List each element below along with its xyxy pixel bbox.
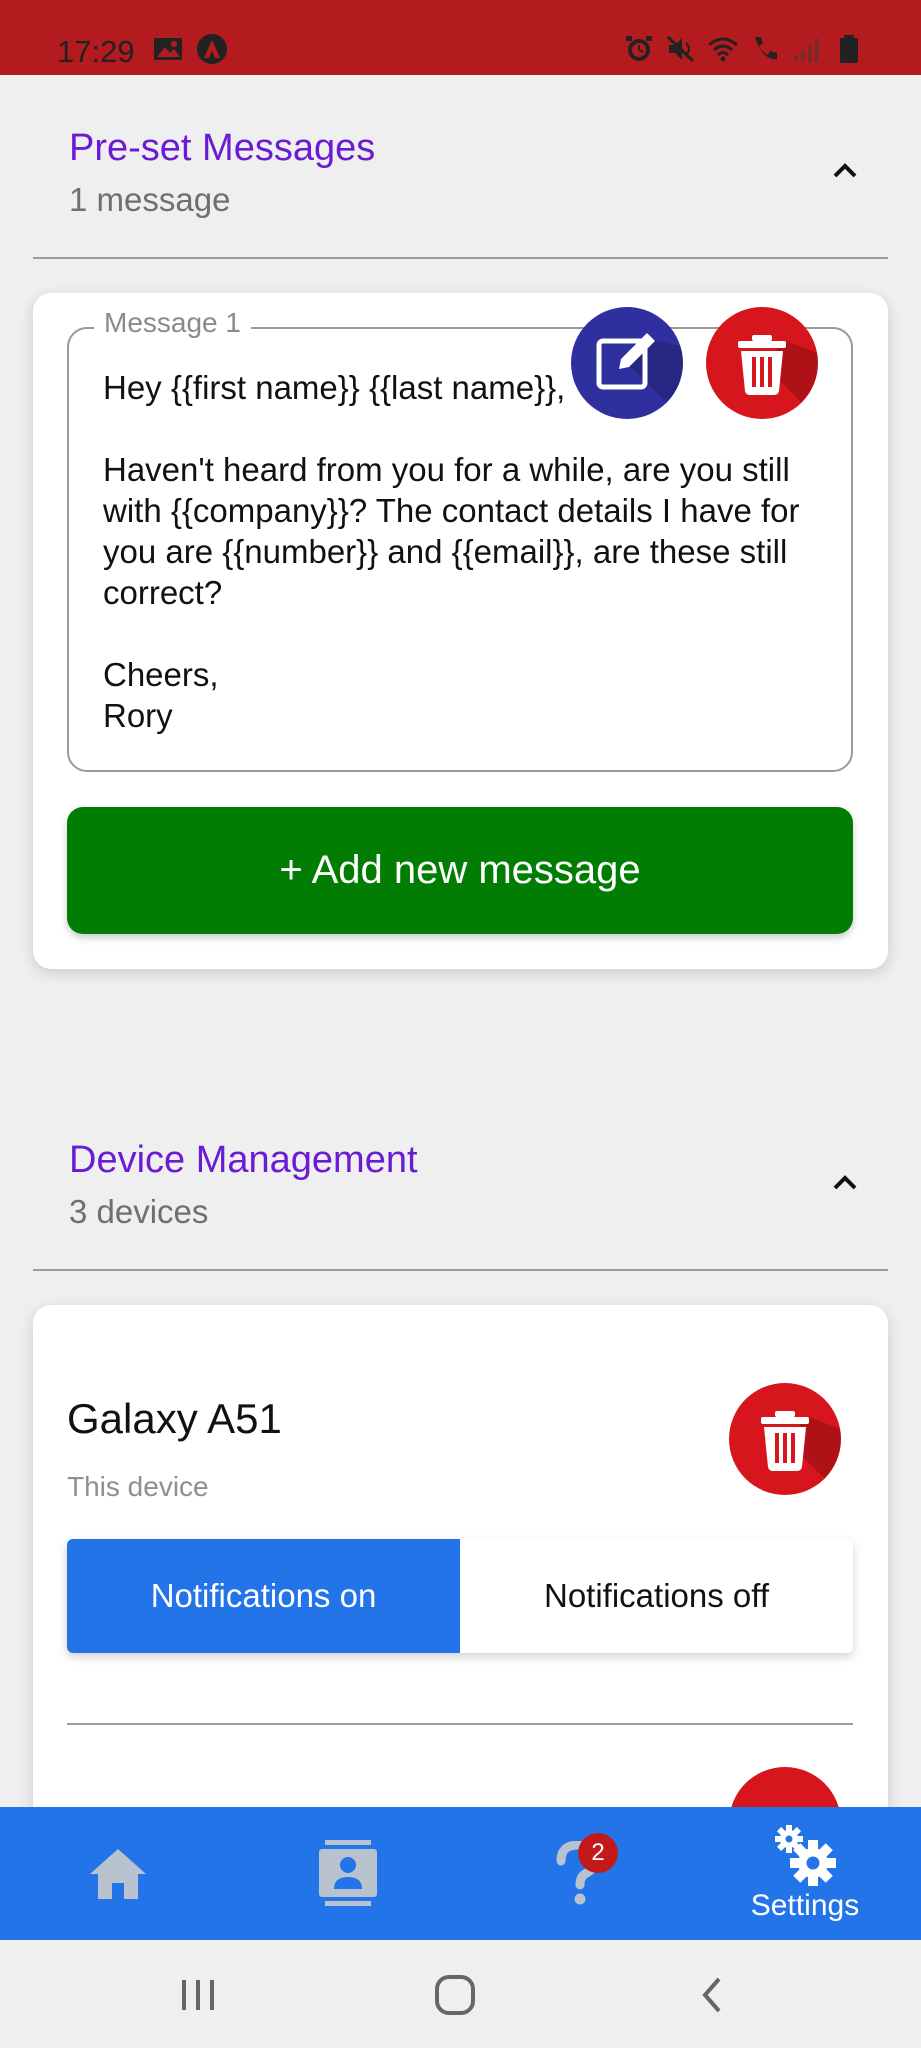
trash-icon xyxy=(761,1411,841,1495)
wifi-icon xyxy=(708,37,738,62)
device-management-title: Device Management xyxy=(69,1139,418,1181)
home-circle-icon xyxy=(435,1975,475,2015)
device-subtitle: This device xyxy=(67,1471,209,1502)
device-card: Galaxy A51 This device Notifications on … xyxy=(33,1305,888,1879)
recent-apps-icon xyxy=(182,1980,214,2010)
back-button[interactable] xyxy=(683,1967,743,2023)
trash-icon xyxy=(738,335,818,419)
status-time: 17:29 xyxy=(57,34,135,69)
gear-icon xyxy=(775,1824,836,1886)
message-label: Message 1 xyxy=(94,307,251,339)
battery-icon xyxy=(840,35,858,63)
recent-apps-button[interactable] xyxy=(168,1967,228,2023)
device-divider xyxy=(67,1723,853,1725)
device-count: 3 devices xyxy=(69,1193,209,1230)
delete-message-button[interactable] xyxy=(706,307,818,419)
status-bar: 17:29 xyxy=(0,0,921,75)
edit-icon xyxy=(596,333,683,419)
device-name: Galaxy A51 xyxy=(67,1395,282,1442)
home-button[interactable] xyxy=(425,1967,485,2023)
chevron-up-icon[interactable] xyxy=(825,150,865,190)
system-navigation xyxy=(0,1940,921,2048)
gallery-icon xyxy=(154,38,182,60)
back-icon xyxy=(702,1977,721,2013)
home-icon xyxy=(90,1848,146,1899)
mute-icon xyxy=(666,35,695,63)
bottom-navigation: 2 Settings xyxy=(0,1807,921,1940)
chevron-up-icon[interactable] xyxy=(825,1162,865,1202)
contact-card-icon xyxy=(319,1839,377,1906)
nav-settings[interactable]: Settings xyxy=(745,1807,865,1940)
notifications-toggle: Notifications on Notifications off xyxy=(67,1539,853,1653)
notifications-off-option[interactable]: Notifications off xyxy=(460,1539,853,1653)
add-new-message-button[interactable]: + Add new message xyxy=(67,807,853,934)
edit-message-button[interactable] xyxy=(571,307,683,419)
preset-messages-count: 1 message xyxy=(69,181,231,218)
app-notification-icon xyxy=(197,34,227,64)
nav-contacts[interactable] xyxy=(288,1807,408,1940)
nav-settings-label: Settings xyxy=(750,1888,860,1922)
preset-messages-title: Pre-set Messages xyxy=(69,127,376,169)
wifi-calling-icon xyxy=(755,37,777,60)
nav-help[interactable]: 2 xyxy=(518,1807,638,1940)
section-divider xyxy=(33,257,888,259)
delete-device-button[interactable] xyxy=(729,1383,841,1495)
help-badge: 2 xyxy=(578,1833,618,1873)
message-text: Hey {{first name}} {{last name}}, Haven'… xyxy=(103,369,800,734)
signal-icon xyxy=(794,38,819,62)
section-divider xyxy=(33,1269,888,1271)
alarm-icon xyxy=(626,36,652,61)
nav-home[interactable] xyxy=(58,1807,178,1940)
preset-messages-card: Message 1 Hey {{first name}} {{last name… xyxy=(33,293,888,969)
notifications-on-option[interactable]: Notifications on xyxy=(67,1539,460,1653)
